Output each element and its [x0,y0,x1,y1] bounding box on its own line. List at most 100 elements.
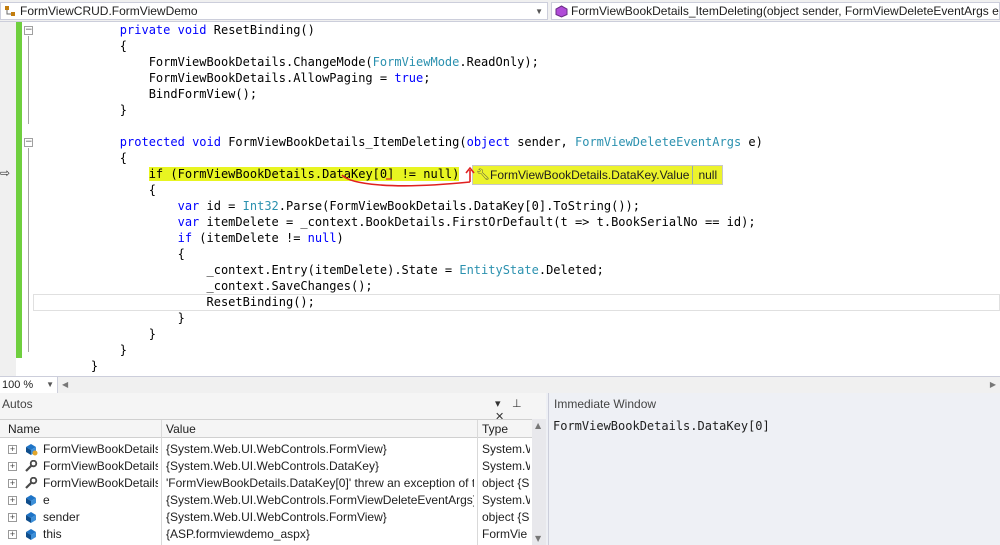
field-object-icon [24,443,38,456]
code-token: id = [199,199,243,213]
code-line[interactable]: protected void FormViewBookDetails_ItemD… [62,134,763,150]
code-line[interactable]: private void ResetBinding() [62,22,315,38]
project-dropdown-label: FormViewCRUD.FormViewDemo [20,4,198,18]
scroll-left-icon[interactable]: ◀ [62,380,68,389]
autos-grid: Name Value Type + FormViewBookDetails {Sys… [0,419,532,545]
table-row[interactable]: + sender {System.Web.UI.WebControls.FormVi… [0,509,532,526]
code-token: sender, [509,135,575,149]
expand-icon[interactable]: + [8,445,17,454]
member-dropdown[interactable]: FormViewBookDetails_ItemDeleting(object … [551,2,1000,20]
cell-type: FormVie [482,527,528,541]
code-line[interactable]: } [62,358,98,374]
code-token: EntityState [459,263,539,277]
code-line[interactable]: { [62,150,127,166]
code-line[interactable]: if (FormViewBookDetails.DataKey[0] != nu… [62,166,460,182]
local-variable-icon [24,511,38,524]
column-header-name[interactable]: Name [8,422,40,436]
property-wrench-icon [24,476,38,490]
code-token: Int32 [242,199,279,213]
table-row[interactable]: + this {ASP.formviewdemo_aspx} FormVie [0,526,532,543]
code-editor[interactable]: ⇨ − − private void ResetBinding() { Form… [0,22,1000,376]
code-line[interactable]: } [62,102,127,118]
code-token: null [307,231,337,245]
cell-value[interactable]: {System.Web.UI.WebControls.FormView} [166,510,474,524]
table-row[interactable]: + e {System.Web.UI.WebControls.FormViewDel… [0,492,532,509]
indicator-margin[interactable] [0,22,16,376]
code-token: .ReadOnly); [459,55,539,69]
expand-icon[interactable]: + [8,462,17,471]
local-variable-icon [24,528,38,541]
column-header-type[interactable]: Type [482,422,508,436]
code-token: if (FormViewBookDetails.DataKey[0] != nu… [148,167,460,181]
code-token: { [62,39,128,53]
autos-title: Autos [2,397,33,411]
grid-header: Name Value Type [0,420,532,438]
expand-icon[interactable]: + [8,496,17,505]
chevron-down-icon[interactable]: ▼ [535,7,543,16]
cell-value[interactable]: {System.Web.UI.WebControls.FormView} [166,442,474,456]
expand-icon[interactable]: + [8,513,17,522]
immediate-input-line[interactable]: FormViewBookDetails.DataKey[0] [553,419,770,433]
code-line[interactable]: { [62,246,185,262]
code-line[interactable]: var id = Int32.Parse(FormViewBookDetails… [62,198,640,214]
autos-scrollbar[interactable]: ▲ ▼ [532,419,546,545]
collapse-icon[interactable]: − [24,26,33,35]
cell-name: FormViewBookDetails. [43,459,158,473]
code-token: var [177,215,200,229]
cell-name: FormViewBookDetails [43,442,158,456]
immediate-window[interactable]: Immediate Window FormViewBookDetails.Dat… [548,393,1000,545]
code-line[interactable]: ResetBinding(); [62,294,314,310]
window-position-icon[interactable]: ▾ [495,397,501,410]
code-line[interactable]: } [62,326,156,342]
zoom-dropdown[interactable]: 100 % ▼ [0,377,58,393]
cell-type: System.W [482,442,530,456]
code-line[interactable]: { [62,182,156,198]
code-line[interactable]: FormViewBookDetails.ChangeMode(FormViewM… [62,54,539,70]
code-line[interactable]: _context.SaveChanges(); [62,278,373,294]
code-token: true [394,71,424,85]
wrench-icon: 🔧︎ [476,169,490,181]
table-row[interactable]: + FormViewBookDetails. 'FormViewBookDetail… [0,475,532,492]
code-token: ) [336,231,344,245]
local-variable-icon [24,494,38,507]
property-wrench-icon [24,459,38,473]
pin-icon[interactable]: ⊥ [512,397,522,410]
cell-name: sender [43,510,80,524]
scroll-up-icon[interactable]: ▲ [535,421,541,430]
cell-value[interactable]: 'FormViewBookDetails.DataKey[0]' threw a… [166,476,474,490]
code-line[interactable]: _context.Entry(itemDelete).State = Entit… [62,262,603,278]
code-line[interactable]: BindFormView(); [62,86,257,102]
table-row[interactable]: + FormViewBookDetails. {System.Web.UI.WebC… [0,458,532,475]
code-token: ; [423,71,431,85]
table-row[interactable]: + FormViewBookDetails {System.Web.UI.WebCo… [0,441,532,458]
editor-status-bar: 100 % ▼ ◀ ▶ [0,376,1000,393]
chevron-down-icon[interactable]: ▼ [46,377,54,393]
cell-value[interactable]: {System.Web.UI.WebControls.FormViewDelet… [166,493,474,507]
code-line[interactable]: var itemDelete = _context.BookDetails.Fi… [62,214,756,230]
scroll-right-icon[interactable]: ▶ [990,380,996,389]
code-line[interactable]: } [62,310,185,326]
datatip[interactable]: 🔧︎ FormViewBookDetails.DataKey.Value nul… [472,165,724,185]
cell-value[interactable]: {System.Web.UI.WebControls.DataKey} [166,459,474,473]
execution-pointer-icon[interactable]: ⇨ [0,166,10,180]
project-dropdown[interactable]: FormViewCRUD.FormViewDemo ▼ [0,2,548,20]
cell-value[interactable]: {ASP.formviewdemo_aspx} [166,527,474,541]
code-token: void [177,23,207,37]
outline-line [28,36,29,124]
code-line[interactable]: { [62,38,127,54]
code-line[interactable]: } [62,342,127,358]
code-line[interactable]: if (itemDelete != null) [62,230,344,246]
code-line[interactable]: FormViewBookDetails.AllowPaging = true; [62,70,431,86]
collapse-icon[interactable]: − [24,138,33,147]
expand-icon[interactable]: + [8,479,17,488]
column-header-value[interactable]: Value [166,422,196,436]
expand-icon[interactable]: + [8,530,17,539]
code-token: _context.SaveChanges(); [62,279,373,293]
code-token: BindFormView(); [62,87,258,101]
code-token: FormViewBookDetails_ItemDeleting( [220,135,467,149]
scroll-down-icon[interactable]: ▼ [535,534,541,543]
code-token: FormViewDeleteEventArgs [575,135,742,149]
